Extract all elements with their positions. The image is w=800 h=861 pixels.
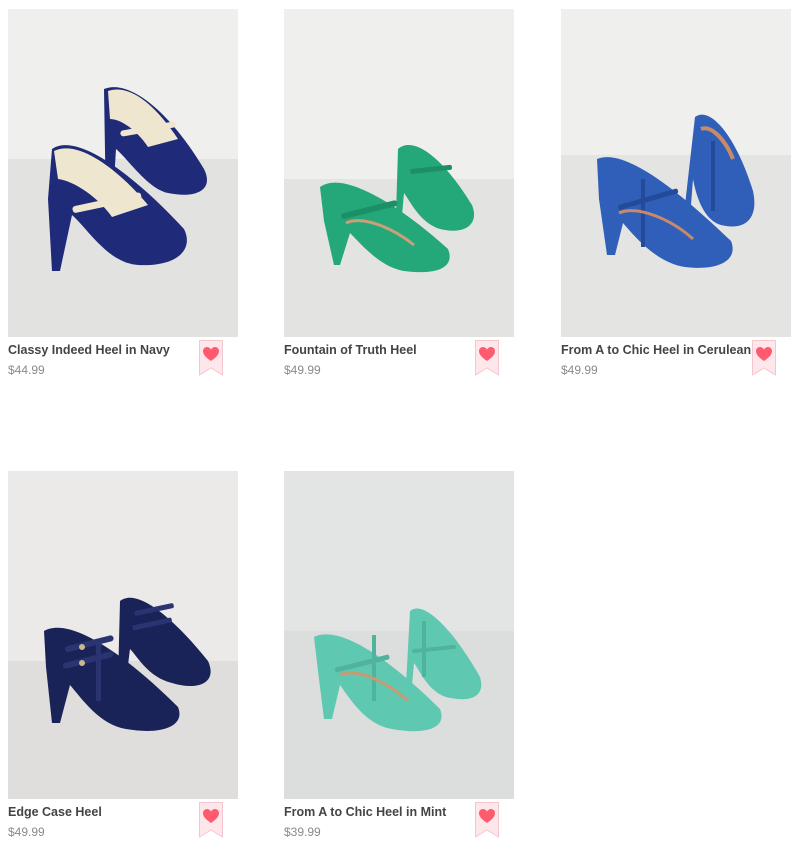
- product-price: $49.99: [8, 825, 45, 839]
- heart-icon: [475, 340, 499, 376]
- product-photo-cerulean-heels: [561, 9, 791, 337]
- product-image[interactable]: [284, 471, 514, 799]
- product-photo-navy-suede-heels: [8, 471, 238, 799]
- favorite-button[interactable]: [752, 340, 776, 376]
- favorite-button[interactable]: [199, 340, 223, 376]
- product-name[interactable]: Edge Case Heel: [8, 805, 198, 819]
- product-name[interactable]: Fountain of Truth Heel: [284, 343, 474, 357]
- favorite-button[interactable]: [199, 802, 223, 838]
- product-image[interactable]: [561, 9, 791, 337]
- heart-icon: [199, 802, 223, 838]
- product-photo-mint-heels: [284, 471, 514, 799]
- product-price: $49.99: [561, 363, 598, 377]
- product-name[interactable]: Classy Indeed Heel in Navy: [8, 343, 198, 357]
- favorite-button[interactable]: [475, 340, 499, 376]
- product-name[interactable]: From A to Chic Heel in Cerulean: [561, 343, 751, 357]
- product-card: Classy Indeed Heel in Navy $44.99: [8, 9, 238, 399]
- heart-icon: [199, 340, 223, 376]
- product-price: $49.99: [284, 363, 321, 377]
- product-price: $39.99: [284, 825, 321, 839]
- product-card: Edge Case Heel $49.99: [8, 471, 238, 861]
- product-image[interactable]: [284, 9, 514, 337]
- product-photo-green-heels: [284, 9, 514, 337]
- heart-icon: [475, 802, 499, 838]
- favorite-button[interactable]: [475, 802, 499, 838]
- product-card: From A to Chic Heel in Cerulean $49.99: [561, 9, 791, 399]
- product-price: $44.99: [8, 363, 45, 377]
- product-name[interactable]: From A to Chic Heel in Mint: [284, 805, 474, 819]
- product-card: From A to Chic Heel in Mint $39.99: [284, 471, 514, 861]
- product-grid: Classy Indeed Heel in Navy $44.99 Founta…: [0, 0, 800, 858]
- product-image[interactable]: [8, 471, 238, 799]
- product-card: Fountain of Truth Heel $49.99: [284, 9, 514, 399]
- product-photo-navy-heels: [8, 9, 238, 337]
- heart-icon: [752, 340, 776, 376]
- product-image[interactable]: [8, 9, 238, 337]
